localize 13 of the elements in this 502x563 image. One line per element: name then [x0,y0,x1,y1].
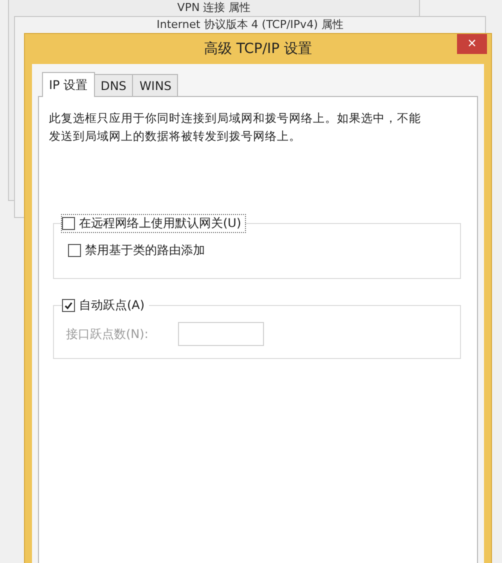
close-button[interactable]: × [457,34,487,54]
tab[interactable]: IP 设置 [42,72,95,97]
metric-label: 接口跃点数(N): [66,326,148,342]
auto-metric-checkbox[interactable]: 自动跃点(A) [62,297,149,314]
description-text: 此复选框只应用于你同时连接到局域网和拨号网络上。如果选中，不能发送到局域网上的数据将被转发到拨号网络上。 [49,110,422,145]
checkmark-icon [64,301,73,310]
routing-checkbox[interactable]: 禁用基于类的路由添加 [68,242,205,259]
window-title: VPN 连接 属性 [177,0,251,15]
gateway-checkbox[interactable]: 在远程网络上使用默认网关(U) [62,215,246,232]
window-title: 高级 TCP/IP 设置 [204,40,312,58]
window-title: Internet 协议版本 4 (TCP/IPv4) 属性 [156,17,344,32]
tab[interactable]: DNS [94,74,134,96]
tab[interactable]: WINS [132,74,178,96]
